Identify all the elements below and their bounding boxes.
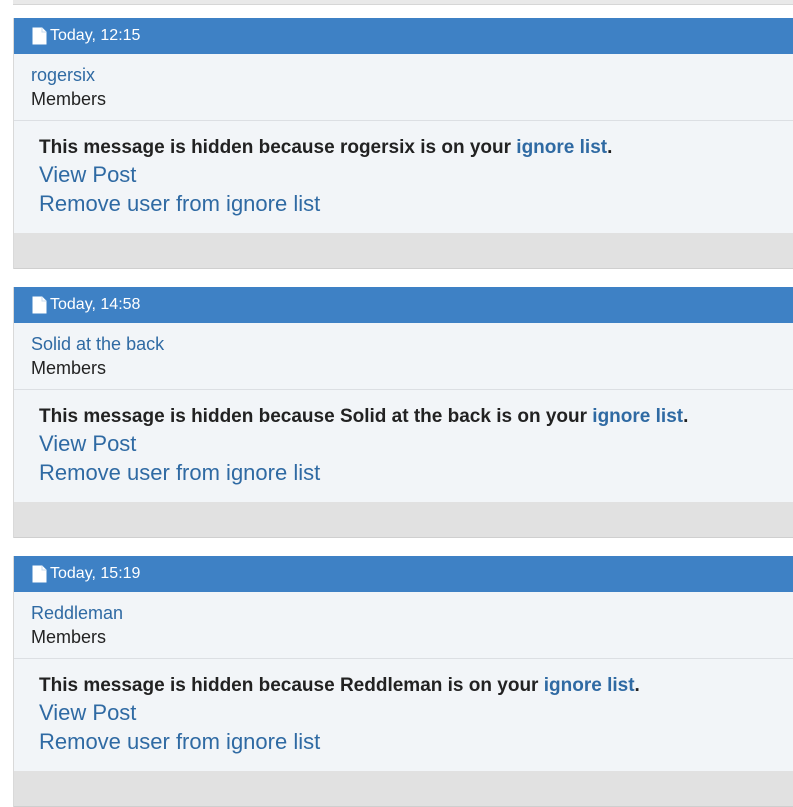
view-post-link[interactable]: View Post xyxy=(39,429,793,458)
post-header: Today, 12:15 xyxy=(14,18,793,54)
ignore-list-link[interactable]: ignore list xyxy=(544,675,635,696)
user-title: Members xyxy=(31,89,107,109)
ignore-list-link[interactable]: ignore list xyxy=(516,137,607,158)
hidden-message-username: Solid at the back xyxy=(339,406,491,427)
hidden-message-mid: is on your xyxy=(414,137,517,158)
post: Today, 14:58 Solid at the back Members T… xyxy=(13,287,793,538)
hidden-message-prefix: This message is hidden because xyxy=(39,675,340,696)
username-link[interactable]: rogersix xyxy=(31,64,793,87)
post: Today, 12:15 rogersix Members This messa… xyxy=(13,18,793,269)
post-header: Today, 14:58 xyxy=(14,287,793,323)
hidden-message: This message is hidden because rogersix … xyxy=(39,136,793,160)
hidden-message-prefix: This message is hidden because xyxy=(39,137,340,158)
post-footer xyxy=(14,502,793,538)
post-time: Today, 12:15 xyxy=(50,27,141,44)
user-title: Members xyxy=(31,358,107,378)
post-body: This message is hidden because rogersix … xyxy=(14,121,793,233)
post-time: Today, 14:58 xyxy=(50,296,141,313)
remove-from-ignore-link[interactable]: Remove user from ignore list xyxy=(39,458,793,487)
post-footer xyxy=(14,233,793,269)
post-body: This message is hidden because Solid at … xyxy=(14,390,793,502)
hidden-message-end: . xyxy=(607,137,613,158)
hidden-message-username: rogersix xyxy=(339,137,415,158)
hidden-message-end: . xyxy=(634,675,640,696)
remove-from-ignore-link[interactable]: Remove user from ignore list xyxy=(39,189,793,218)
post-header: Today, 15:19 xyxy=(14,556,793,592)
post-user-info: rogersix Members xyxy=(14,54,793,121)
hidden-message-mid: is on your xyxy=(490,406,593,427)
username-link[interactable]: Reddleman xyxy=(31,602,793,625)
hidden-message: This message is hidden because Reddleman… xyxy=(39,674,793,698)
user-title: Members xyxy=(31,627,107,647)
hidden-message: This message is hidden because Solid at … xyxy=(39,405,793,429)
post-body: This message is hidden because Reddleman… xyxy=(14,659,793,771)
hidden-message-end: . xyxy=(683,406,689,427)
ignore-list-link[interactable]: ignore list xyxy=(592,406,683,427)
hidden-message-prefix: This message is hidden because xyxy=(39,406,340,427)
post-user-info: Solid at the back Members xyxy=(14,323,793,390)
view-post-link[interactable]: View Post xyxy=(39,698,793,727)
document-icon xyxy=(32,27,47,45)
document-icon xyxy=(32,296,47,314)
remove-from-ignore-link[interactable]: Remove user from ignore list xyxy=(39,727,793,756)
hidden-message-username: Reddleman xyxy=(339,675,443,696)
document-icon xyxy=(32,565,47,583)
previous-post-footer xyxy=(13,0,793,5)
hidden-message-mid: is on your xyxy=(442,675,544,696)
post: Today, 15:19 Reddleman Members This mess… xyxy=(13,556,793,807)
post-footer xyxy=(14,771,793,807)
post-time: Today, 15:19 xyxy=(50,565,141,582)
post-user-info: Reddleman Members xyxy=(14,592,793,659)
username-link[interactable]: Solid at the back xyxy=(31,333,793,356)
view-post-link[interactable]: View Post xyxy=(39,160,793,189)
